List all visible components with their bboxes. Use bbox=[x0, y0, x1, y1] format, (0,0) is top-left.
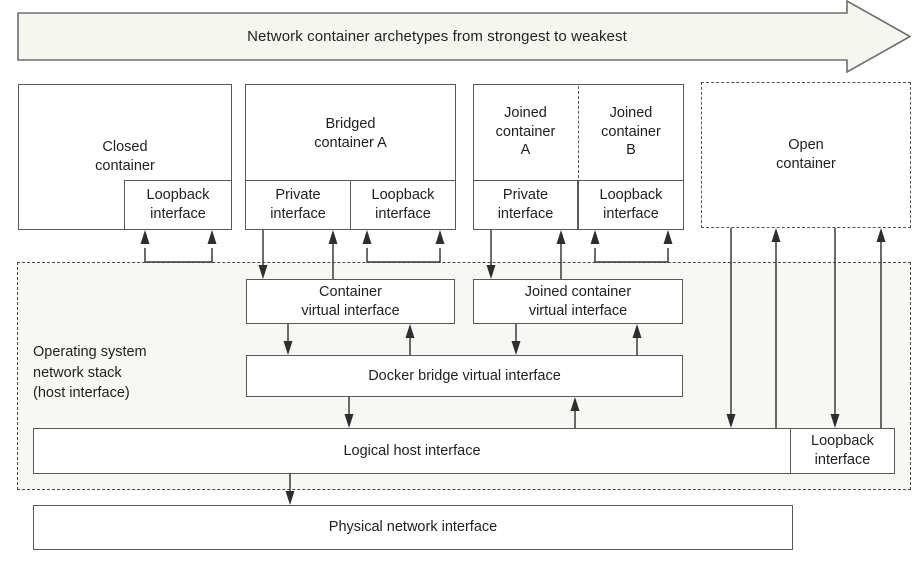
arrowhead-logical-to-physical-down bbox=[285, 491, 295, 505]
arrowhead-open-to-logical-down bbox=[726, 414, 736, 428]
arrowhead-bridged-loopback-right bbox=[435, 230, 445, 244]
arrowhead-joined-private-up bbox=[556, 230, 566, 244]
arrowhead-joined-private-down bbox=[486, 265, 496, 279]
arrowhead-open-to-host-loopback-down bbox=[830, 414, 840, 428]
arrowhead-cvi-to-bridge-down bbox=[283, 341, 293, 355]
arrowhead-bridged-loopback-left bbox=[362, 230, 372, 244]
connector-arrows bbox=[140, 228, 886, 505]
arrowhead-joined-loopback-right bbox=[663, 230, 673, 244]
arrowhead-bridge-to-logical-down bbox=[344, 414, 354, 428]
arrowhead-bridge-to-jcvi-up bbox=[632, 324, 642, 338]
arrowhead-bridge-to-cvi-up bbox=[405, 324, 415, 338]
arrowhead-logical-to-open-up bbox=[771, 228, 781, 242]
loop-joined-loopback bbox=[594, 248, 669, 263]
arrowhead-bridged-private-down bbox=[258, 265, 268, 279]
arrowhead-closed-loopback-right bbox=[207, 230, 217, 244]
arrowhead-joined-loopback-left bbox=[590, 230, 600, 244]
arrowhead-closed-loopback-left bbox=[140, 230, 150, 244]
arrowhead-host-loopback-to-open-up bbox=[876, 228, 886, 242]
arrowhead-bridged-private-up bbox=[328, 230, 338, 244]
arrowhead-jcvi-to-bridge-down bbox=[511, 341, 521, 355]
arrowhead-logical-to-bridge-up bbox=[570, 397, 580, 411]
network-archetypes-diagram: Network container archetypes from strong… bbox=[0, 0, 921, 563]
loop-closed-loopback bbox=[144, 248, 213, 263]
loop-bridged-loopback bbox=[366, 248, 441, 263]
